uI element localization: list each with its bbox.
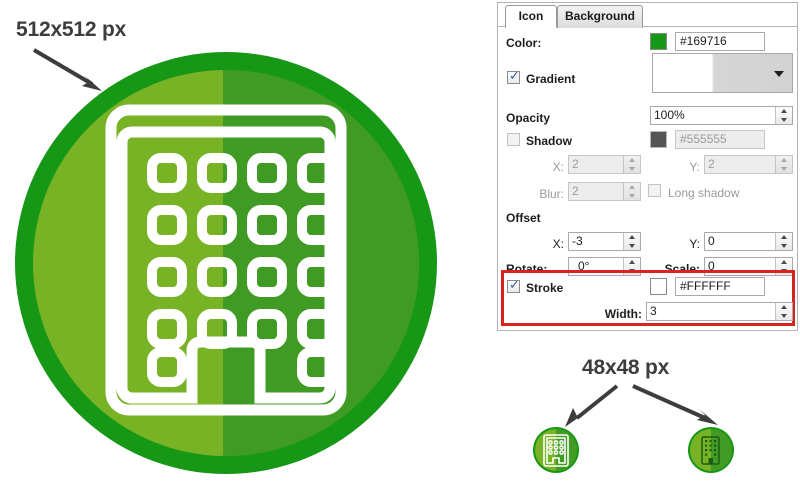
checkmark-icon: ✓ — [509, 278, 520, 293]
stroke-width-label: Width: — [604, 307, 642, 321]
stepper-up[interactable] — [624, 156, 640, 165]
large-size-annotation-label: 512x512 px — [16, 18, 127, 41]
stepper-up[interactable] — [624, 233, 640, 242]
shadow-hex-input[interactable]: #555555 — [675, 130, 765, 149]
stroke-color-swatch[interactable] — [650, 278, 667, 295]
shadow-x-label: X: — [552, 160, 564, 174]
offset-x-spinner[interactable]: -3 — [568, 232, 641, 251]
gradient-checkbox[interactable]: ✓ — [507, 69, 520, 84]
large-icon-graphic — [15, 52, 437, 474]
stepper-up[interactable] — [776, 233, 792, 242]
icon-settings-panel: Icon Background Color: #169716 ✓ Gradien… — [497, 2, 798, 331]
gradient-label: Gradient — [526, 72, 576, 86]
stroke-hex-input[interactable]: #FFFFFF — [675, 277, 765, 296]
long-shadow-label: Long shadow — [668, 186, 740, 200]
tab-background[interactable]: Background — [557, 5, 643, 28]
small-icon-graphic-plain — [688, 427, 734, 473]
shadow-x-spinner[interactable]: 2 — [568, 155, 641, 174]
offset-x-label: X: — [552, 237, 564, 251]
shadow-color-swatch[interactable] — [650, 131, 667, 148]
stepper-down[interactable] — [776, 242, 792, 251]
stepper-up[interactable] — [776, 107, 792, 116]
shadow-label: Shadow — [526, 134, 573, 148]
stepper[interactable] — [623, 156, 640, 173]
tab-icon[interactable]: Icon — [505, 5, 557, 28]
stepper[interactable] — [623, 233, 640, 250]
offset-y-value: 0 — [708, 234, 715, 248]
stroke-width-value: 3 — [650, 304, 657, 318]
tab-strip: Icon Background — [498, 3, 797, 28]
small-icon-graphic-stroked — [533, 427, 579, 473]
opacity-spinner[interactable]: 100% — [650, 106, 793, 125]
stepper-down[interactable] — [624, 192, 640, 201]
opacity-stepper[interactable] — [775, 107, 792, 124]
stepper-up[interactable] — [624, 258, 640, 267]
offset-y-label: Y: — [689, 237, 700, 251]
small-size-annotation-label: 48x48 px — [582, 356, 670, 379]
stepper-down[interactable] — [624, 165, 640, 174]
stepper-down[interactable] — [776, 165, 792, 174]
stroke-width-spinner[interactable]: 3 — [646, 302, 793, 321]
stepper-up[interactable] — [776, 156, 792, 165]
panel-body: Color: #169716 ✓ Gradient Opacity 100% S… — [498, 27, 797, 330]
opacity-label: Opacity — [506, 111, 551, 125]
offset-y-spinner[interactable]: 0 — [704, 232, 793, 251]
shadow-blur-label: Blur: — [539, 187, 564, 201]
large-icon-preview[interactable] — [15, 52, 437, 474]
stepper-down[interactable] — [776, 312, 792, 321]
icon-preview-area: 512x512 px — [0, 0, 480, 500]
color-label: Color: — [506, 36, 542, 50]
opacity-value: 100% — [654, 108, 685, 122]
stroke-checkbox[interactable]: ✓ — [507, 278, 520, 293]
stroke-label: Stroke — [526, 281, 564, 295]
color-swatch[interactable] — [650, 33, 667, 50]
small-icon-section: 48x48 px — [490, 340, 800, 500]
stepper-up[interactable] — [624, 183, 640, 192]
shadow-checkbox[interactable] — [507, 133, 520, 146]
long-shadow-checkbox[interactable] — [648, 184, 661, 197]
stepper[interactable] — [623, 183, 640, 200]
color-hex-input[interactable]: #169716 — [675, 32, 765, 51]
stepper-down[interactable] — [776, 116, 792, 125]
shadow-blur-value: 2 — [572, 184, 579, 198]
gradient-preview-dropdown[interactable] — [652, 53, 793, 93]
stepper-up[interactable] — [776, 303, 792, 312]
shadow-blur-spinner[interactable]: 2 — [568, 182, 641, 201]
shadow-y-value: 2 — [708, 157, 715, 171]
offset-x-value: -3 — [572, 234, 583, 248]
offset-group-label: Offset — [506, 211, 541, 225]
checkmark-icon: ✓ — [509, 69, 520, 84]
stepper[interactable] — [775, 303, 792, 320]
shadow-y-spinner[interactable]: 2 — [704, 155, 793, 174]
chevron-down-icon — [774, 71, 784, 77]
shadow-x-value: 2 — [572, 157, 579, 171]
small-icon-preview-stroked[interactable] — [532, 426, 580, 474]
large-size-annotation-arrow — [32, 48, 102, 91]
small-icon-preview-plain[interactable] — [687, 426, 735, 474]
stepper-up[interactable] — [776, 258, 792, 267]
stepper[interactable] — [775, 233, 792, 250]
stepper-down[interactable] — [624, 242, 640, 251]
shadow-y-label: Y: — [689, 160, 700, 174]
stepper[interactable] — [775, 156, 792, 173]
